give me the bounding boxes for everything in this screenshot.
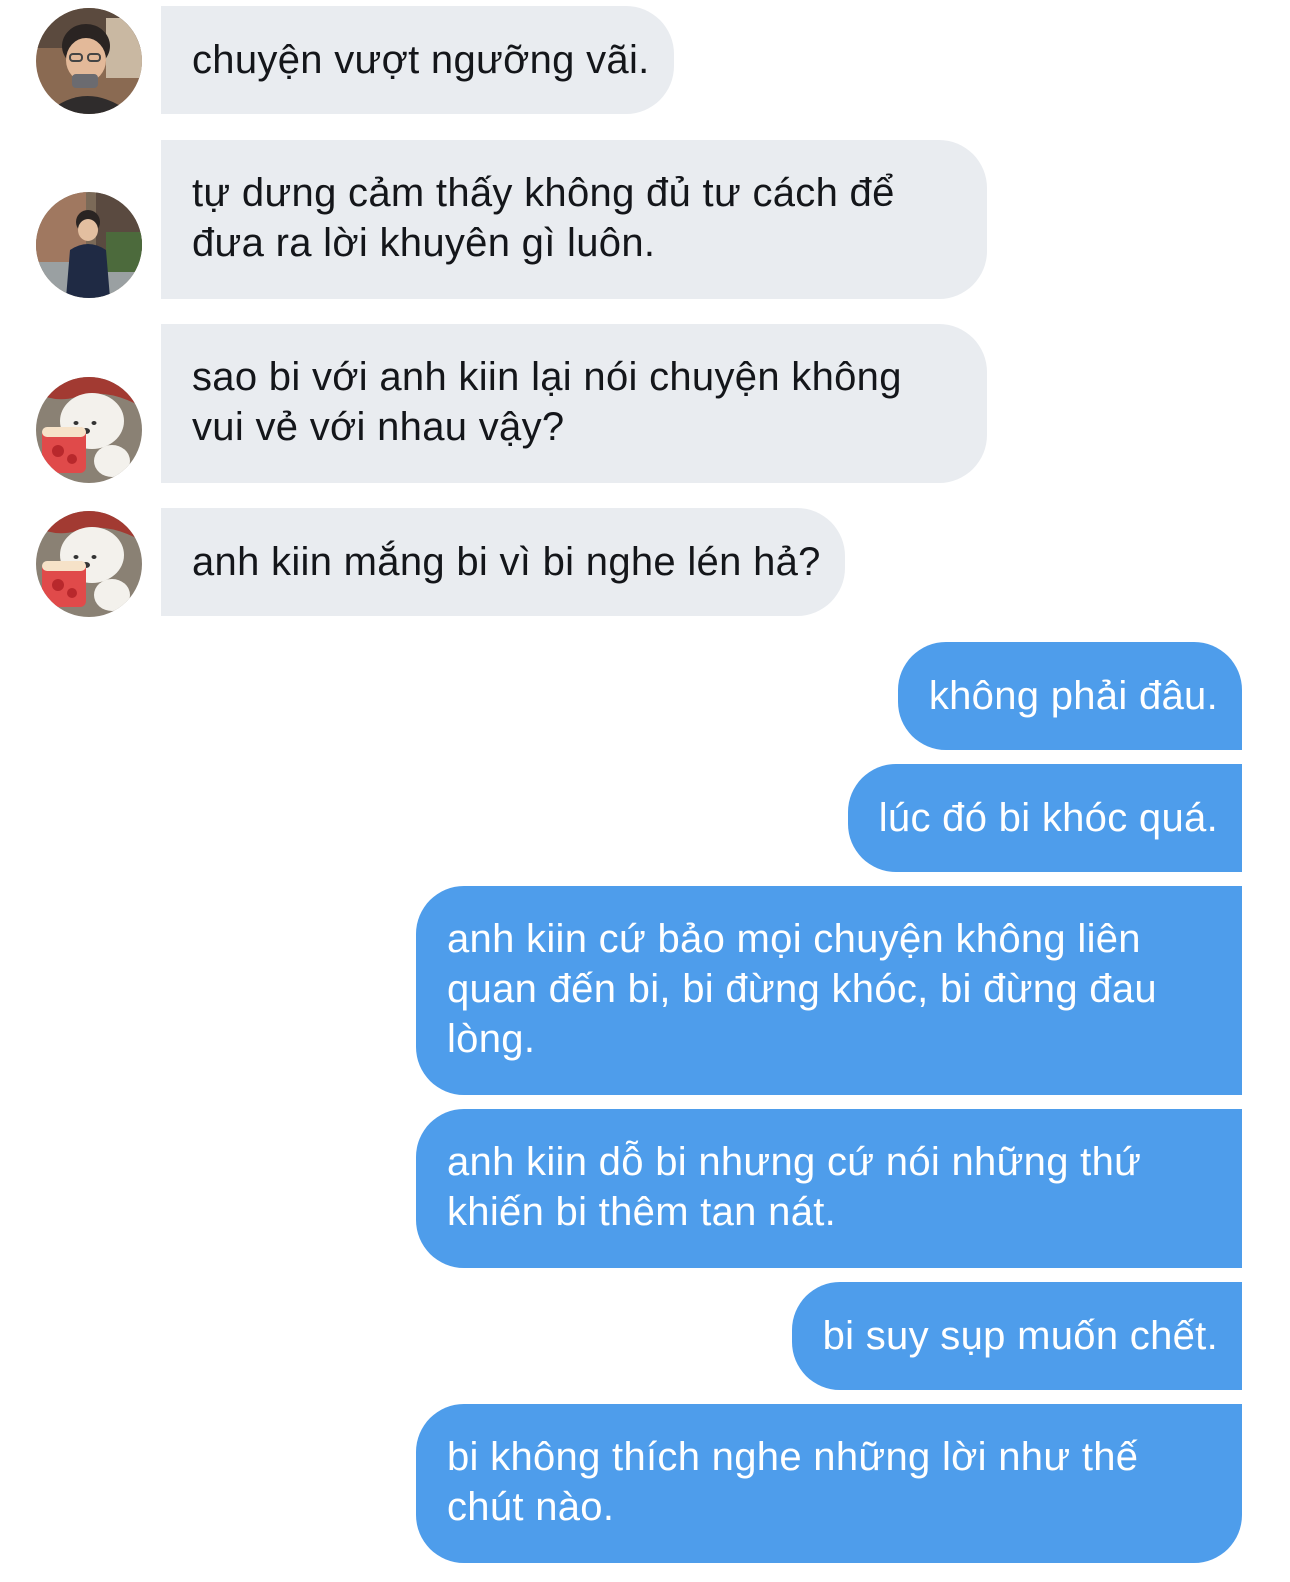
person-street-avatar[interactable] [36,192,142,298]
outgoing-message[interactable]: bi không thích nghe những lời như thế ch… [416,1404,1242,1563]
outgoing-message[interactable]: không phải đâu. [897,642,1242,750]
incoming-message[interactable]: chuyện vượt ngưỡng vãi. [161,6,674,114]
outgoing-message[interactable]: anh kiin cứ bảo mọi chuyện không liên qu… [416,886,1242,1095]
person-glasses-avatar[interactable] [36,8,142,114]
message-thread: chuyện vượt ngưỡng vãi. tự dưng cảm thấy… [0,0,1290,1582]
bear-icecream-avatar[interactable] [36,377,142,483]
incoming-message[interactable]: anh kiin mắng bi vì bi nghe lén hả? [161,508,845,616]
outgoing-message[interactable]: anh kiin dỗ bi nhưng cứ nói những thứ kh… [416,1109,1242,1268]
bear-icecream-avatar[interactable] [36,511,142,617]
incoming-message[interactable]: sao bi với anh kiin lại nói chuyện không… [161,324,987,483]
outgoing-message[interactable]: bi suy sụp muốn chết. [791,1282,1242,1390]
outgoing-message[interactable]: lúc đó bi khóc quá. [847,764,1242,872]
incoming-message[interactable]: tự dưng cảm thấy không đủ tư cách để đưa… [161,140,987,299]
